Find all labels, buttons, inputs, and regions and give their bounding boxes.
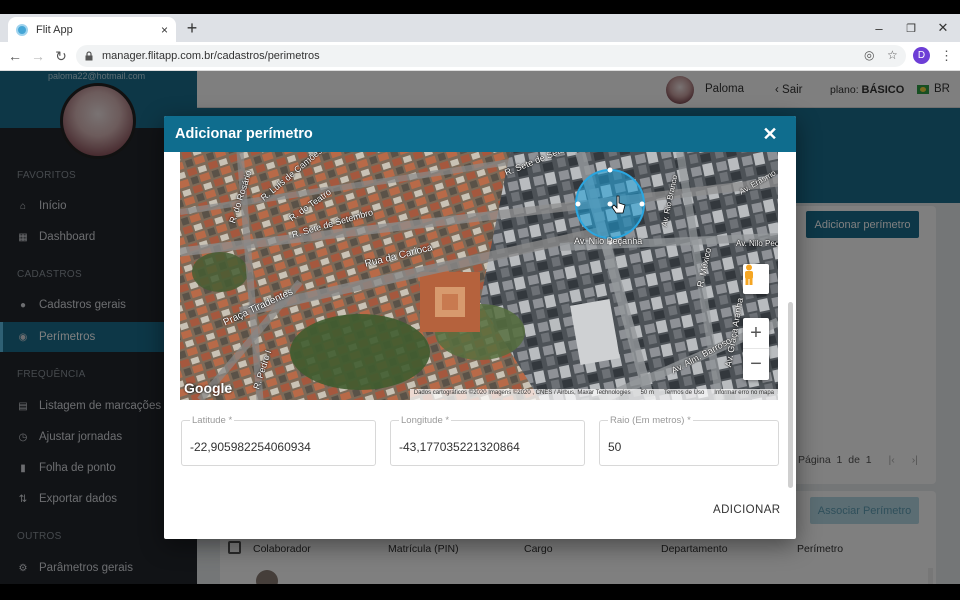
reload-icon[interactable]: ↻ xyxy=(52,47,70,65)
zoom-out-button[interactable]: − xyxy=(743,349,769,380)
map-scale[interactable]: 50 m xyxy=(641,390,654,399)
close-icon[interactable]: ✕ xyxy=(762,124,778,144)
street-view-pegman-icon[interactable] xyxy=(743,264,769,294)
latitude-label: Latitude * xyxy=(190,415,235,426)
street-label: Av. Nilo Peçanha xyxy=(736,239,778,248)
modal-title: Adicionar perímetro xyxy=(175,126,313,142)
url-text: manager.flitapp.com.br/cadastros/perimet… xyxy=(102,50,320,62)
address-bar[interactable]: manager.flitapp.com.br/cadastros/perimet… xyxy=(76,45,906,67)
tab-title: Flit App xyxy=(36,23,73,36)
window-minimize-button[interactable]: – xyxy=(864,14,894,42)
flit-favicon-icon xyxy=(16,23,28,36)
browser-menu-icon[interactable]: ⋮ xyxy=(940,48,953,64)
window-maximize-button[interactable]: ❐ xyxy=(896,14,926,42)
satellite-map[interactable]: R. do Rosário R. Luís de Camões R. do Te… xyxy=(180,152,778,400)
screen: Flit App × + – ❐ ✕ ← → ↻ manager.flitapp… xyxy=(0,0,960,600)
terms-link[interactable]: Termos de Uso xyxy=(664,390,704,399)
longitude-label: Longitude * xyxy=(399,415,452,426)
lock-icon xyxy=(85,51,93,61)
radius-input[interactable] xyxy=(608,440,770,454)
page-scrollbar[interactable] xyxy=(928,568,933,584)
add-perimeter-modal: Adicionar perímetro ✕ R. do Rosário R. L… xyxy=(164,116,796,539)
longitude-field[interactable]: Longitude * xyxy=(390,415,585,466)
browser-tabstrip: Flit App × + xyxy=(0,14,960,42)
longitude-input[interactable] xyxy=(399,440,576,454)
latitude-field[interactable]: Latitude * xyxy=(181,415,376,466)
zoom-control: + − xyxy=(743,318,769,380)
browser-toolbar: ← → ↻ manager.flitapp.com.br/cadastros/p… xyxy=(0,42,960,71)
new-tab-button[interactable]: + xyxy=(182,18,202,39)
tab-close-icon[interactable]: × xyxy=(161,23,168,37)
profile-avatar[interactable]: D xyxy=(913,47,930,64)
location-icon[interactable]: ◎ xyxy=(864,48,874,62)
add-button[interactable]: ADICIONAR xyxy=(713,504,780,520)
forward-arrow-icon[interactable]: → xyxy=(29,47,47,65)
latitude-input[interactable] xyxy=(190,440,367,454)
letterbox-top xyxy=(0,0,960,14)
map-attribution: Dados cartográficos ©2020 Imagens ©2020 … xyxy=(409,389,778,400)
attribution-text: Dados cartográficos ©2020 Imagens ©2020 … xyxy=(413,390,631,396)
report-error-link[interactable]: Informar erro no mapa xyxy=(714,390,774,399)
radius-label: Raio (Em metros) * xyxy=(608,415,693,426)
zoom-in-button[interactable]: + xyxy=(743,318,769,349)
browser-tab[interactable]: Flit App × xyxy=(8,17,176,42)
bookmark-star-icon[interactable]: ☆ xyxy=(887,48,898,62)
modal-scrollbar[interactable] xyxy=(788,302,793,488)
window-close-button[interactable]: ✕ xyxy=(928,14,958,42)
modal-header: Adicionar perímetro ✕ xyxy=(164,116,796,152)
radius-field[interactable]: Raio (Em metros) * xyxy=(599,415,779,466)
back-arrow-icon[interactable]: ← xyxy=(6,47,24,65)
letterbox-bottom xyxy=(0,584,960,600)
street-label: Av. Nilo Peçanha xyxy=(574,236,643,246)
google-logo: Google xyxy=(184,380,233,396)
